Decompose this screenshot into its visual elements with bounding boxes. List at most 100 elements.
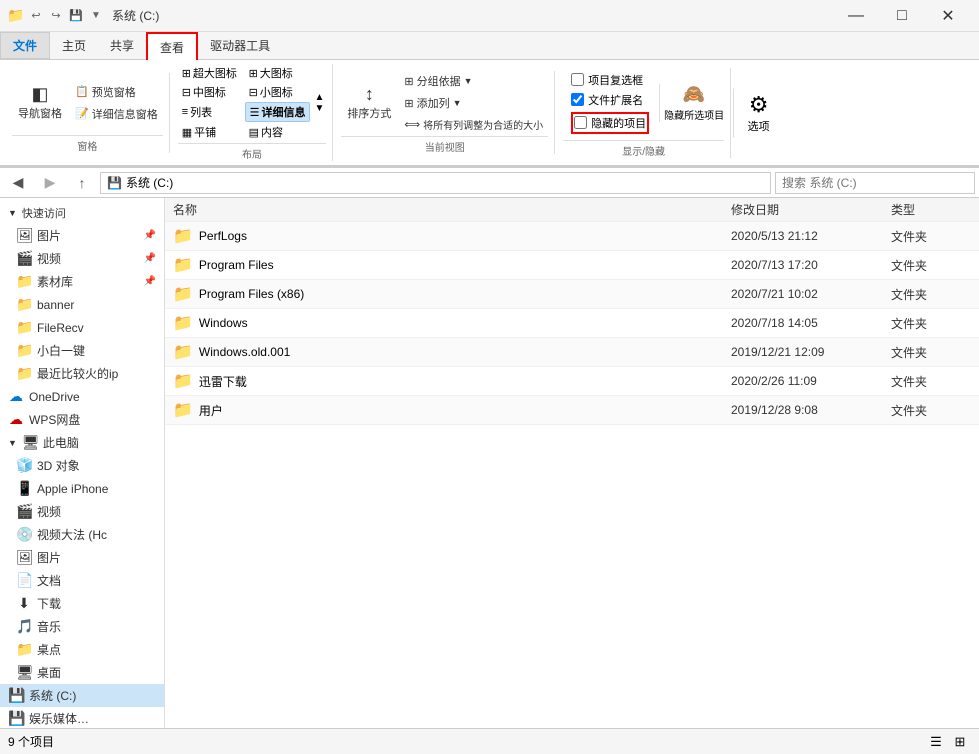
view-extra-large[interactable]: ⊞超大图标 (178, 64, 244, 82)
sidebar-item-c-drive[interactable]: 💾 系统 (C:) (0, 684, 164, 707)
undo-icon[interactable]: ↩ (28, 8, 44, 24)
view-content[interactable]: ▤内容 (245, 123, 311, 141)
view-large[interactable]: ⊞大图标 (245, 64, 311, 82)
dropdown-icon[interactable]: ▼ (88, 8, 104, 24)
tab-home[interactable]: 主页 (50, 32, 98, 59)
sidebar-item-video-hc[interactable]: 💿 视频大法 (Hc (8, 523, 164, 546)
view-small[interactable]: ⊟小图标 (245, 83, 311, 101)
minimize-button[interactable]: — (833, 0, 879, 32)
status-details-view[interactable]: ☰ (925, 733, 947, 751)
sidebar-item-3d[interactable]: 🧊 3D 对象 (8, 454, 164, 477)
sidebar-item-videos[interactable]: 🎬 视频 (8, 500, 164, 523)
sidebar-item-music[interactable]: 🎵 音乐 (8, 615, 164, 638)
redo-icon[interactable]: ↪ (48, 8, 64, 24)
fit-columns-button[interactable]: ⟺ 将所有列调整为合适的大小 (399, 115, 548, 134)
material-icon: 📁 (16, 273, 32, 290)
sidebar-item-banner[interactable]: 📁 banner (8, 293, 164, 316)
folder-icon: 📁 (173, 371, 193, 391)
pane-sub-buttons: 📋 预览窗格 📝 详细信息窗格 (70, 82, 163, 124)
sidebar-item-d-drive[interactable]: 💾 娱乐媒体… (0, 707, 164, 728)
file-row[interactable]: 📁 Windows.old.001 2019/12/21 12:09 文件夹 (165, 338, 979, 367)
sort-by-button[interactable]: ↕ 排序方式 (341, 73, 397, 133)
sidebar-item-apple-iphone[interactable]: 📱 Apple iPhone (8, 477, 164, 500)
close-button[interactable]: ✕ (925, 0, 971, 32)
group-chevron: ▼ (464, 76, 473, 86)
back-button[interactable]: ◀ (4, 171, 32, 195)
zhuodian-icon: 📁 (16, 641, 32, 658)
pin-icon: 📌 (144, 230, 156, 241)
add-col-chevron: ▼ (453, 98, 462, 108)
view-details[interactable]: ☰详细信息 (245, 102, 311, 122)
address-path[interactable]: 💾 系统 (C:) (100, 172, 771, 194)
sidebar-item-pictures[interactable]: 🖼 图片 📌 (8, 224, 164, 247)
file-name: 📁 Program Files (x86) (173, 284, 731, 304)
sidebar-item-desktop[interactable]: 🖥 桌面 (8, 661, 164, 684)
options-button[interactable]: ⚙ 选项 (733, 88, 783, 138)
group-show-hide: 项目复选框 文件扩展名 隐藏的项目 🙈 隐藏所选项目 显示/隐藏 (557, 68, 731, 158)
view-medium[interactable]: ⊟中图标 (178, 83, 244, 101)
ribbon-content: ◧ 导航窗格 📋 预览窗格 📝 详细信息窗格 窗格 (0, 60, 979, 167)
file-row[interactable]: 📁 Windows 2020/7/18 14:05 文件夹 (165, 309, 979, 338)
sort-icon: ↕ (365, 84, 374, 105)
file-row[interactable]: 📁 PerfLogs 2020/5/13 21:12 文件夹 (165, 222, 979, 251)
layout-scroll[interactable]: ▲ ▼ (312, 92, 326, 114)
file-row[interactable]: 📁 Program Files (x86) 2020/7/21 10:02 文件… (165, 280, 979, 309)
status-large-view[interactable]: ⊞ (949, 733, 971, 751)
window-controls: — □ ✕ (833, 0, 971, 32)
item-count: 9 个项目 (8, 733, 54, 750)
sidebar-item-docs[interactable]: 📄 文档 (8, 569, 164, 592)
banner-icon: 📁 (16, 296, 32, 313)
file-list: 名称 修改日期 类型 📁 PerfLogs 2020/5/13 21:12 文件… (165, 198, 979, 728)
view-list[interactable]: ≡列表 (178, 102, 244, 122)
file-row[interactable]: 📁 Program Files 2020/7/13 17:20 文件夹 (165, 251, 979, 280)
pin-icon-2: 📌 (144, 253, 156, 264)
docs-icon: 📄 (16, 572, 32, 589)
xbyjian-icon: 📁 (16, 342, 32, 359)
folder-icon: 📁 (173, 226, 193, 246)
nav-pane-icon: ◧ (31, 84, 48, 105)
hide-selected-button[interactable]: 隐藏所选项目 (664, 107, 724, 122)
sidebar-item-videos-qa[interactable]: 🎬 视频 📌 (8, 247, 164, 270)
videos-qa-icon: 🎬 (16, 250, 32, 267)
search-input[interactable] (775, 172, 975, 194)
add-column-button[interactable]: ⊞ 添加列 ▼ (399, 93, 548, 113)
file-name: 📁 Windows.old.001 (173, 342, 731, 362)
sidebar-item-this-pc[interactable]: ▼ 🖥 此电脑 (0, 431, 164, 454)
sidebar-item-img[interactable]: 🖼 图片 (8, 546, 164, 569)
tab-drive-tools[interactable]: 驱动器工具 (198, 32, 282, 59)
item-checkbox-row: 项目复选框 (571, 72, 649, 88)
sidebar-item-recent[interactable]: 📁 最近比较火的ip (8, 362, 164, 385)
music-icon: 🎵 (16, 618, 32, 635)
maximize-button[interactable]: □ (879, 0, 925, 32)
tab-share[interactable]: 共享 (98, 32, 146, 59)
sidebar-item-filerecv[interactable]: 📁 FileRecv (8, 316, 164, 339)
sidebar-item-onedrive[interactable]: ☁ OneDrive (0, 385, 164, 408)
hidden-items-checkbox-row: 隐藏的项目 (571, 112, 649, 134)
sidebar-item-wps[interactable]: ☁ WPS网盘 (0, 408, 164, 431)
pin-icon-3: 📌 (144, 276, 156, 287)
view-tile[interactable]: ▦平铺 (178, 123, 244, 141)
ribbon: 文件 主页 共享 查看 驱动器工具 ◧ 导航窗格 📋 (0, 32, 979, 168)
iphone-icon: 📱 (16, 480, 32, 497)
sidebar-item-material[interactable]: 📁 素材库 📌 (8, 270, 164, 293)
hidden-items-checkbox[interactable] (574, 116, 587, 129)
file-row[interactable]: 📁 用户 2019/12/28 9:08 文件夹 (165, 396, 979, 425)
folder-icon: 📁 (173, 255, 193, 275)
sidebar-item-downloads[interactable]: ⬇ 下载 (8, 592, 164, 615)
sidebar-quick-access-header[interactable]: ▼ 快速访问 (0, 202, 164, 224)
extension-checkbox[interactable] (571, 93, 584, 106)
wps-icon: ☁ (8, 411, 24, 428)
details-pane-button[interactable]: 📝 详细信息窗格 (70, 104, 163, 124)
up-button[interactable]: ↑ (68, 171, 96, 195)
nav-pane-button[interactable]: ◧ 导航窗格 (12, 73, 68, 133)
save-icon[interactable]: 💾 (68, 8, 84, 24)
tab-view[interactable]: 查看 (146, 32, 198, 60)
item-checkbox[interactable] (571, 73, 584, 86)
forward-button[interactable]: ▶ (36, 171, 64, 195)
group-by-button[interactable]: ⊞ 分组依据 ▼ (399, 71, 548, 91)
tab-file[interactable]: 文件 (0, 32, 50, 59)
sidebar-item-zhuodian[interactable]: 📁 桌点 (8, 638, 164, 661)
preview-pane-button[interactable]: 📋 预览窗格 (70, 82, 163, 102)
file-row[interactable]: 📁 迅雷下载 2020/2/26 11:09 文件夹 (165, 367, 979, 396)
sidebar-item-xbyjian[interactable]: 📁 小白一键 (8, 339, 164, 362)
